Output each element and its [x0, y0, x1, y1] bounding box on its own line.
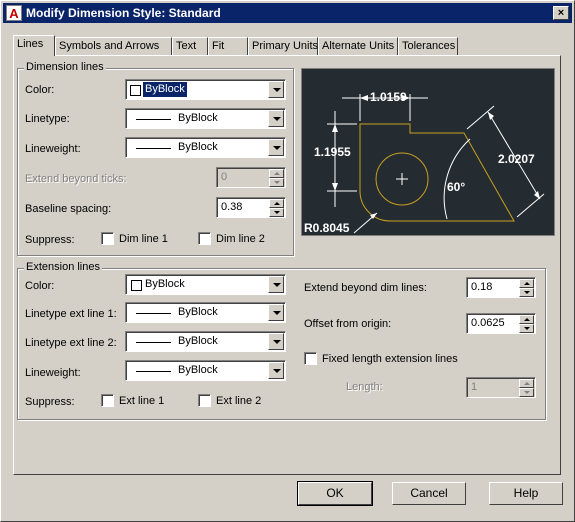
- spin-down-icon: [269, 178, 284, 187]
- baseline-spacing-value: 0.38: [221, 201, 243, 213]
- preview-dim-top: 1.0159: [370, 90, 407, 104]
- dim-color-select[interactable]: ByBlock: [125, 79, 286, 100]
- offset-from-origin-value: 0.0625: [471, 317, 505, 329]
- extend-beyond-ticks-spinner: 0: [216, 167, 286, 188]
- ext-color-select[interactable]: ByBlock: [125, 274, 286, 295]
- ext-suppress-label: Suppress:: [25, 396, 75, 408]
- dropdown-arrow-icon[interactable]: [268, 362, 284, 379]
- spin-up-icon[interactable]: [269, 199, 284, 208]
- spin-up-icon: [269, 169, 284, 178]
- dimension-preview: 1.0159 1.1955 2.0207 60° R0.8045: [301, 68, 555, 236]
- ext-line-1-label: Ext line 1: [119, 395, 165, 407]
- ext-linetype-2-label: Linetype ext line 2:: [25, 337, 117, 349]
- dimension-lines-heading: Dimension lines: [24, 61, 106, 73]
- linetype-sample-icon: [136, 342, 171, 343]
- tab-text[interactable]: Text: [172, 37, 208, 55]
- lineweight-sample-icon: [136, 148, 171, 149]
- dim-linetype-value: ByBlock: [178, 112, 218, 124]
- spin-up-icon[interactable]: [519, 315, 534, 324]
- preview-dim-angle: 60°: [447, 180, 465, 194]
- dim-line-1-label: Dim line 1: [119, 233, 168, 245]
- color-swatch: [130, 85, 141, 96]
- linetype-sample-icon: [136, 119, 171, 120]
- extend-beyond-ticks-value: 0: [221, 171, 228, 183]
- ext-lineweight-select[interactable]: ByBlock: [125, 360, 286, 381]
- length-spinner: 1: [466, 377, 536, 398]
- dialog-title: Modify Dimension Style: Standard: [26, 6, 221, 20]
- autocad-app-icon: A: [6, 5, 22, 21]
- length-value: 1: [471, 381, 478, 393]
- extend-beyond-ticks-label: Extend beyond ticks:: [25, 173, 127, 185]
- length-label: Length:: [346, 381, 383, 393]
- baseline-spacing-spinner[interactable]: 0.38: [216, 197, 286, 218]
- ext-linetype-1-select[interactable]: ByBlock: [125, 302, 286, 323]
- spin-up-icon[interactable]: [519, 279, 534, 288]
- offset-from-origin-label: Offset from origin:: [304, 318, 392, 330]
- offset-from-origin-spinner[interactable]: 0.0625: [466, 313, 536, 334]
- preview-drawing: 1.0159 1.1955 2.0207 60° R0.8045: [304, 90, 545, 235]
- dropdown-arrow-icon[interactable]: [268, 139, 284, 156]
- tab-fit[interactable]: Fit: [208, 37, 248, 55]
- dim-lineweight-label: Lineweight:: [25, 143, 81, 155]
- lineweight-sample-icon: [136, 371, 171, 372]
- tab-primary-units[interactable]: Primary Units: [248, 37, 318, 55]
- close-button[interactable]: ×: [553, 6, 569, 20]
- spin-down-icon[interactable]: [519, 324, 534, 333]
- dim-line-2-checkbox[interactable]: [198, 232, 211, 245]
- dim-linetype-label: Linetype:: [25, 113, 70, 125]
- dropdown-arrow-icon[interactable]: [268, 333, 284, 350]
- preview-part-outline: [359, 123, 515, 222]
- dropdown-arrow-icon[interactable]: [268, 276, 284, 293]
- ext-line-1-checkbox[interactable]: [101, 394, 114, 407]
- baseline-spacing-label: Baseline spacing:: [25, 203, 112, 215]
- dim-linetype-select[interactable]: ByBlock: [125, 108, 286, 129]
- dialog-window: A Modify Dimension Style: Standard × Lin…: [0, 0, 575, 522]
- linetype-sample-icon: [136, 313, 171, 314]
- ext-linetype-1-value: ByBlock: [178, 306, 218, 318]
- spin-up-icon: [519, 379, 534, 388]
- extend-beyond-dim-value: 0.18: [471, 281, 493, 293]
- dropdown-arrow-icon[interactable]: [268, 304, 284, 321]
- ext-linetype-2-select[interactable]: ByBlock: [125, 331, 286, 352]
- ok-button[interactable]: OK: [297, 481, 373, 506]
- ext-lineweight-value: ByBlock: [178, 364, 218, 376]
- dim-lineweight-select[interactable]: ByBlock: [125, 137, 286, 158]
- cancel-button[interactable]: Cancel: [392, 482, 466, 505]
- spin-down-icon: [519, 388, 534, 397]
- ext-line-2-checkbox[interactable]: [198, 394, 211, 407]
- dim-lineweight-value: ByBlock: [178, 141, 218, 153]
- tab-lines[interactable]: Lines: [13, 35, 55, 56]
- ext-lineweight-label: Lineweight:: [25, 367, 81, 379]
- tab-alternate-units[interactable]: Alternate Units: [318, 37, 398, 55]
- ext-linetype-1-label: Linetype ext line 1:: [25, 308, 117, 320]
- dim-line-2-label: Dim line 2: [216, 233, 265, 245]
- dim-line-1-checkbox[interactable]: [101, 232, 114, 245]
- preview-dim-right: 2.0207: [498, 152, 535, 166]
- preview-dim-radius: R0.8045: [304, 221, 350, 235]
- dropdown-arrow-icon[interactable]: [268, 81, 284, 98]
- spin-down-icon[interactable]: [519, 288, 534, 297]
- dim-suppress-label: Suppress:: [25, 234, 75, 246]
- ext-line-2-label: Ext line 2: [216, 395, 262, 407]
- ext-color-label: Color:: [25, 280, 55, 292]
- extension-lines-heading: Extension lines: [24, 261, 102, 273]
- fixed-length-label: Fixed length extension lines: [322, 353, 458, 365]
- title-bar[interactable]: A Modify Dimension Style: Standard ×: [3, 3, 572, 23]
- preview-dim-left: 1.1955: [314, 145, 351, 159]
- dim-color-value: ByBlock: [143, 82, 187, 97]
- ext-color-value: ByBlock: [145, 278, 185, 290]
- tab-tolerances[interactable]: Tolerances: [398, 37, 458, 55]
- ext-linetype-2-value: ByBlock: [178, 335, 218, 347]
- fixed-length-checkbox[interactable]: [304, 352, 317, 365]
- tab-symbols-and-arrows[interactable]: Symbols and Arrows: [55, 37, 172, 55]
- help-button[interactable]: Help: [489, 482, 563, 505]
- dropdown-arrow-icon[interactable]: [268, 110, 284, 127]
- color-swatch: [131, 280, 142, 291]
- extend-beyond-dim-label: Extend beyond dim lines:: [304, 282, 427, 294]
- spin-down-icon[interactable]: [269, 208, 284, 217]
- dim-color-label: Color:: [25, 84, 55, 96]
- extend-beyond-dim-spinner[interactable]: 0.18: [466, 277, 536, 298]
